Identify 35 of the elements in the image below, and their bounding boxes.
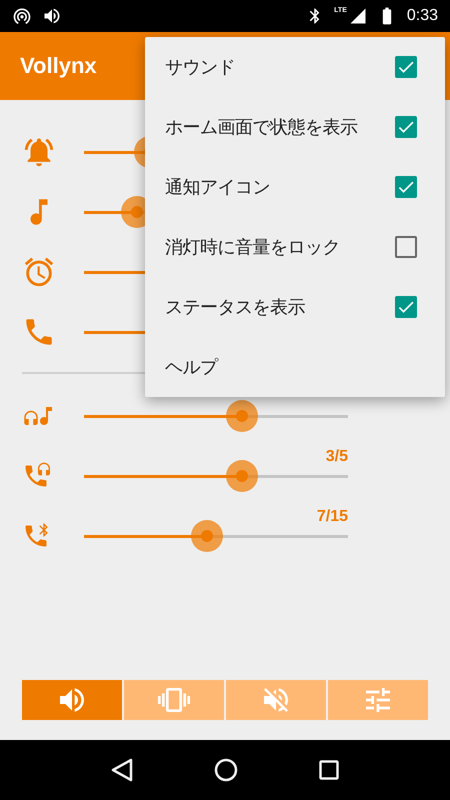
slider-thumb[interactable]	[226, 460, 258, 492]
alarm-clock-icon	[22, 255, 56, 289]
mode-button[interactable]	[124, 680, 224, 720]
back-icon[interactable]	[110, 758, 133, 782]
menu-label: ステータスを表示	[165, 296, 305, 319]
app-title: Vollynx	[20, 53, 97, 79]
menu-label: ヘルプ	[165, 356, 218, 379]
menu-label: 消灯時に音量をロック	[165, 236, 340, 259]
checkbox[interactable]	[395, 176, 417, 198]
menu-item[interactable]: ステータスを表示	[145, 277, 445, 337]
menu-item[interactable]: ホーム画面で状態を表示	[145, 97, 445, 157]
hotspot-icon	[12, 6, 32, 26]
slider-thumb[interactable]	[226, 400, 258, 432]
volume-reading: 7/15	[316, 508, 348, 526]
volume-reading: 3/5	[326, 448, 348, 466]
checkbox[interactable]	[395, 236, 417, 258]
menu-label: ホーム画面で状態を表示	[165, 116, 358, 139]
checkbox[interactable]	[395, 56, 417, 78]
volume-icon	[42, 6, 62, 26]
slider-thumb[interactable]	[191, 520, 224, 552]
menu-label: サウンド	[165, 56, 235, 79]
menu-item[interactable]: ヘルプ	[145, 337, 445, 397]
menu-item[interactable]: 消灯時に音量をロック	[145, 217, 445, 277]
menu-item[interactable]: 通知アイコン	[145, 157, 445, 217]
checkbox[interactable]	[395, 296, 417, 318]
signal-icon	[348, 7, 367, 25]
menu-label: 通知アイコン	[165, 176, 270, 199]
mode-button[interactable]	[22, 680, 122, 720]
mode-button[interactable]	[328, 680, 428, 720]
checkbox[interactable]	[395, 116, 417, 138]
mode-button[interactable]	[226, 680, 326, 720]
recents-icon[interactable]	[319, 760, 340, 780]
home-icon[interactable]	[214, 758, 238, 782]
clock: 0:33	[406, 7, 438, 25]
menu-item[interactable]: サウンド	[145, 37, 445, 97]
